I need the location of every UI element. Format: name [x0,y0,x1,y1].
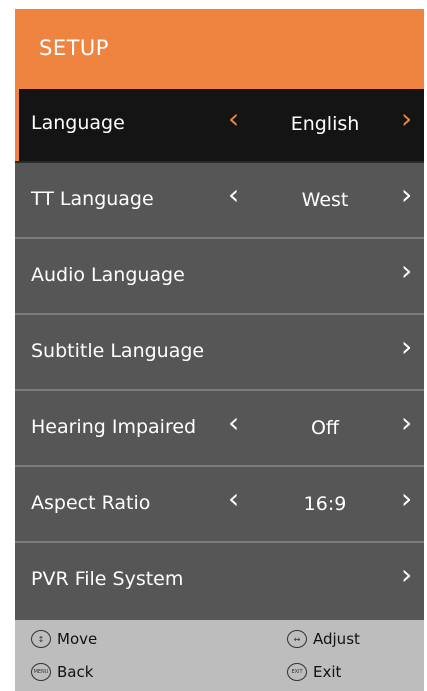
menu-item-audio-language[interactable]: Audio Language › [15,241,424,315]
chevron-right-icon[interactable]: › [401,485,412,513]
exit-key-icon: EXIT [287,663,307,681]
hint-back-label: Back [57,663,94,681]
menu-item-label: Subtitle Language [31,340,205,362]
chevron-left-icon[interactable]: ‹ [228,181,239,209]
menu-item-label: PVR File System [31,568,184,590]
hint-exit: EXIT Exit [287,663,341,681]
menu-item-subtitle-language[interactable]: Subtitle Language › [15,317,424,391]
chevron-left-icon[interactable]: ‹ [228,409,239,437]
menu-item-tt-language[interactable]: TT Language ‹ West › [15,165,424,239]
left-right-icon: ↔ [287,630,307,648]
menu-item-label: Aspect Ratio [31,492,151,514]
menu-item-label: Hearing Impaired [31,416,197,438]
menu-item-label: TT Language [31,188,154,210]
chevron-right-icon[interactable]: › [401,181,412,209]
menu-item-hearing-impaired[interactable]: Hearing Impaired ‹ Off › [15,393,424,467]
hint-back: MENU Back [31,663,93,681]
hint-adjust: ↔ Adjust [287,630,360,648]
page-title: SETUP [39,36,109,60]
hint-move: ↕ Move [31,630,97,648]
chevron-right-icon[interactable]: › [401,333,412,361]
hint-move-label: Move [57,630,98,648]
menu-item-label: Language [31,112,125,134]
up-down-icon: ↕ [31,630,51,648]
menu-item-label: Audio Language [31,264,185,286]
menu-item-value: Off [310,417,340,439]
chevron-left-icon[interactable]: ‹ [228,485,239,513]
chevron-right-icon[interactable]: › [401,409,412,437]
setup-panel: SETUP Language ‹ English › TT Language ‹… [15,9,424,691]
menu-item-language[interactable]: Language ‹ English › [15,89,424,163]
menu-item-value: West [301,189,349,211]
menu-item-value: 16:9 [303,493,347,515]
chevron-right-icon[interactable]: › [401,105,412,133]
chevron-left-icon[interactable]: ‹ [228,105,239,133]
hint-exit-label: Exit [313,663,342,681]
chevron-right-icon[interactable]: › [401,561,412,589]
menu-item-pvr-file-system[interactable]: PVR File System › [15,545,424,619]
chevron-right-icon[interactable]: › [401,257,412,285]
hint-adjust-label: Adjust [313,630,360,648]
menu-item-aspect-ratio[interactable]: Aspect Ratio ‹ 16:9 › [15,469,424,543]
header: SETUP [15,9,424,89]
footer-hints: ↕ Move ↔ Adjust MENU Back EXIT Exit [15,620,424,691]
menu-key-icon: MENU [31,663,51,681]
menu-item-value: English [290,113,360,135]
